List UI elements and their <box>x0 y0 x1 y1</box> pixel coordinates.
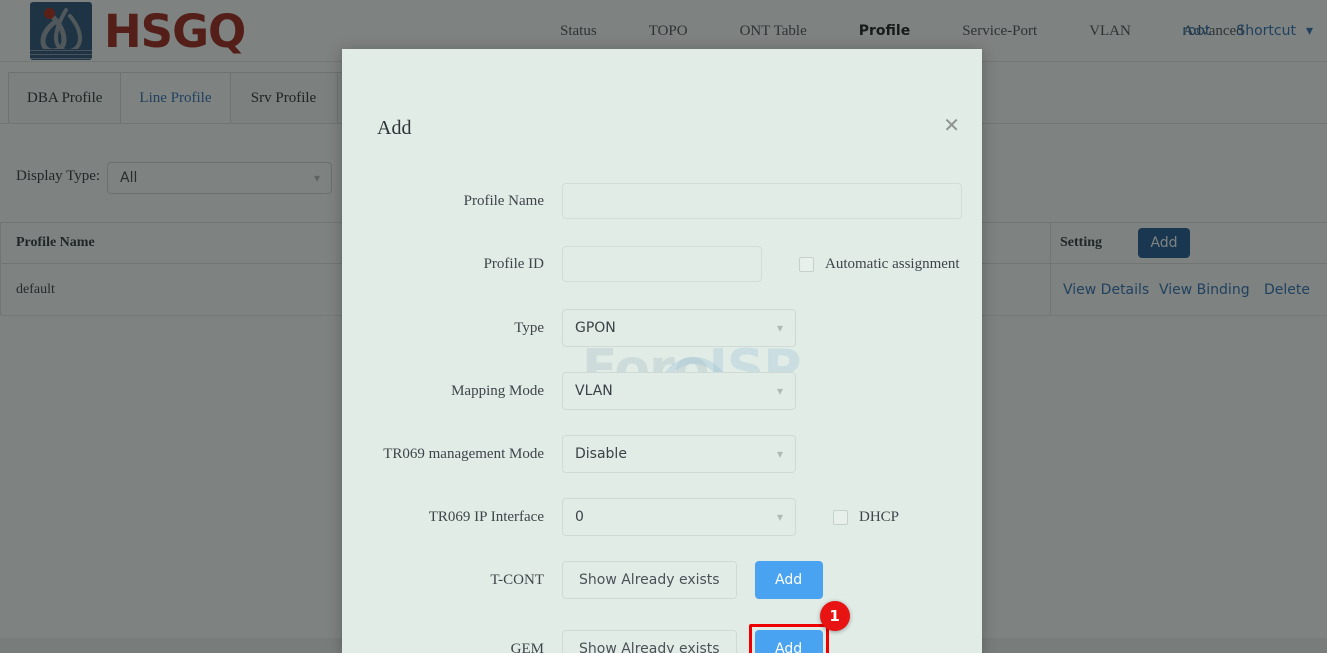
field-row-profile-id: Profile ID Automatic assignment <box>342 246 982 282</box>
field-row-tr069-management-mode: TR069 management Mode Disable ▾ <box>342 435 982 473</box>
field-row-tr069-ip-interface: TR069 IP Interface 0 ▾ DHCP <box>342 498 982 536</box>
tr069-management-mode-select[interactable]: Disable ▾ <box>562 435 796 473</box>
screen: HSGQ Status TOPO ONT Table Profile Servi… <box>0 0 1327 653</box>
checkbox-box-icon <box>833 509 848 525</box>
tr069-ip-interface-select[interactable]: 0 ▾ <box>562 498 796 536</box>
mapping-mode-value: VLAN <box>575 383 613 399</box>
field-row-profile-name: Profile Name <box>342 183 982 219</box>
tr069-management-mode-label: TR069 management Mode <box>383 445 544 462</box>
profile-id-input[interactable] <box>562 246 762 282</box>
type-value: GPON <box>575 320 616 336</box>
automatic-assignment-checkbox[interactable]: Automatic assignment <box>799 256 960 273</box>
chevron-down-icon: ▾ <box>776 510 783 524</box>
gem-add-highlight: Add 1 <box>748 601 850 653</box>
profile-id-label: Profile ID <box>483 255 544 272</box>
dialog-title: Add <box>377 117 412 139</box>
type-label: Type <box>514 319 544 336</box>
gem-label: GEM <box>510 640 544 653</box>
field-row-tcont: T-CONT Show Already exists Add <box>342 561 982 599</box>
type-select[interactable]: GPON ▾ <box>562 309 796 347</box>
field-row-mapping-mode: Mapping Mode VLAN ▾ <box>342 372 982 410</box>
chevron-down-icon: ▾ <box>776 384 783 398</box>
gem-show-existing-button[interactable]: Show Already exists <box>562 630 737 653</box>
tr069-ip-interface-value: 0 <box>575 509 584 525</box>
mapping-mode-select[interactable]: VLAN ▾ <box>562 372 796 410</box>
mapping-mode-label: Mapping Mode <box>451 382 544 399</box>
field-row-gem: GEM Show Already exists Add 1 <box>342 601 982 653</box>
chevron-down-icon: ▾ <box>776 321 783 335</box>
dhcp-checkbox[interactable]: DHCP <box>833 509 899 526</box>
tr069-ip-interface-label: TR069 IP Interface <box>428 508 544 525</box>
annotation-step-badge: 1 <box>819 601 850 631</box>
field-row-type: Type GPON ▾ <box>342 309 982 347</box>
tcont-label: T-CONT <box>490 571 544 588</box>
automatic-assignment-label: Automatic assignment <box>825 255 960 272</box>
gem-add-button[interactable]: Add <box>754 630 823 653</box>
close-icon[interactable]: ✕ <box>943 115 960 135</box>
dhcp-label: DHCP <box>859 508 900 525</box>
profile-name-label: Profile Name <box>463 192 544 209</box>
add-line-profile-dialog: ForoISP Add ✕ Profile Name Profile ID Au… <box>342 49 982 653</box>
tr069-management-mode-value: Disable <box>575 446 627 462</box>
tcont-add-button[interactable]: Add <box>754 561 823 599</box>
chevron-down-icon: ▾ <box>776 447 783 461</box>
tcont-show-existing-button[interactable]: Show Already exists <box>562 561 737 599</box>
profile-name-input[interactable] <box>562 183 962 219</box>
checkbox-box-icon <box>799 256 814 272</box>
